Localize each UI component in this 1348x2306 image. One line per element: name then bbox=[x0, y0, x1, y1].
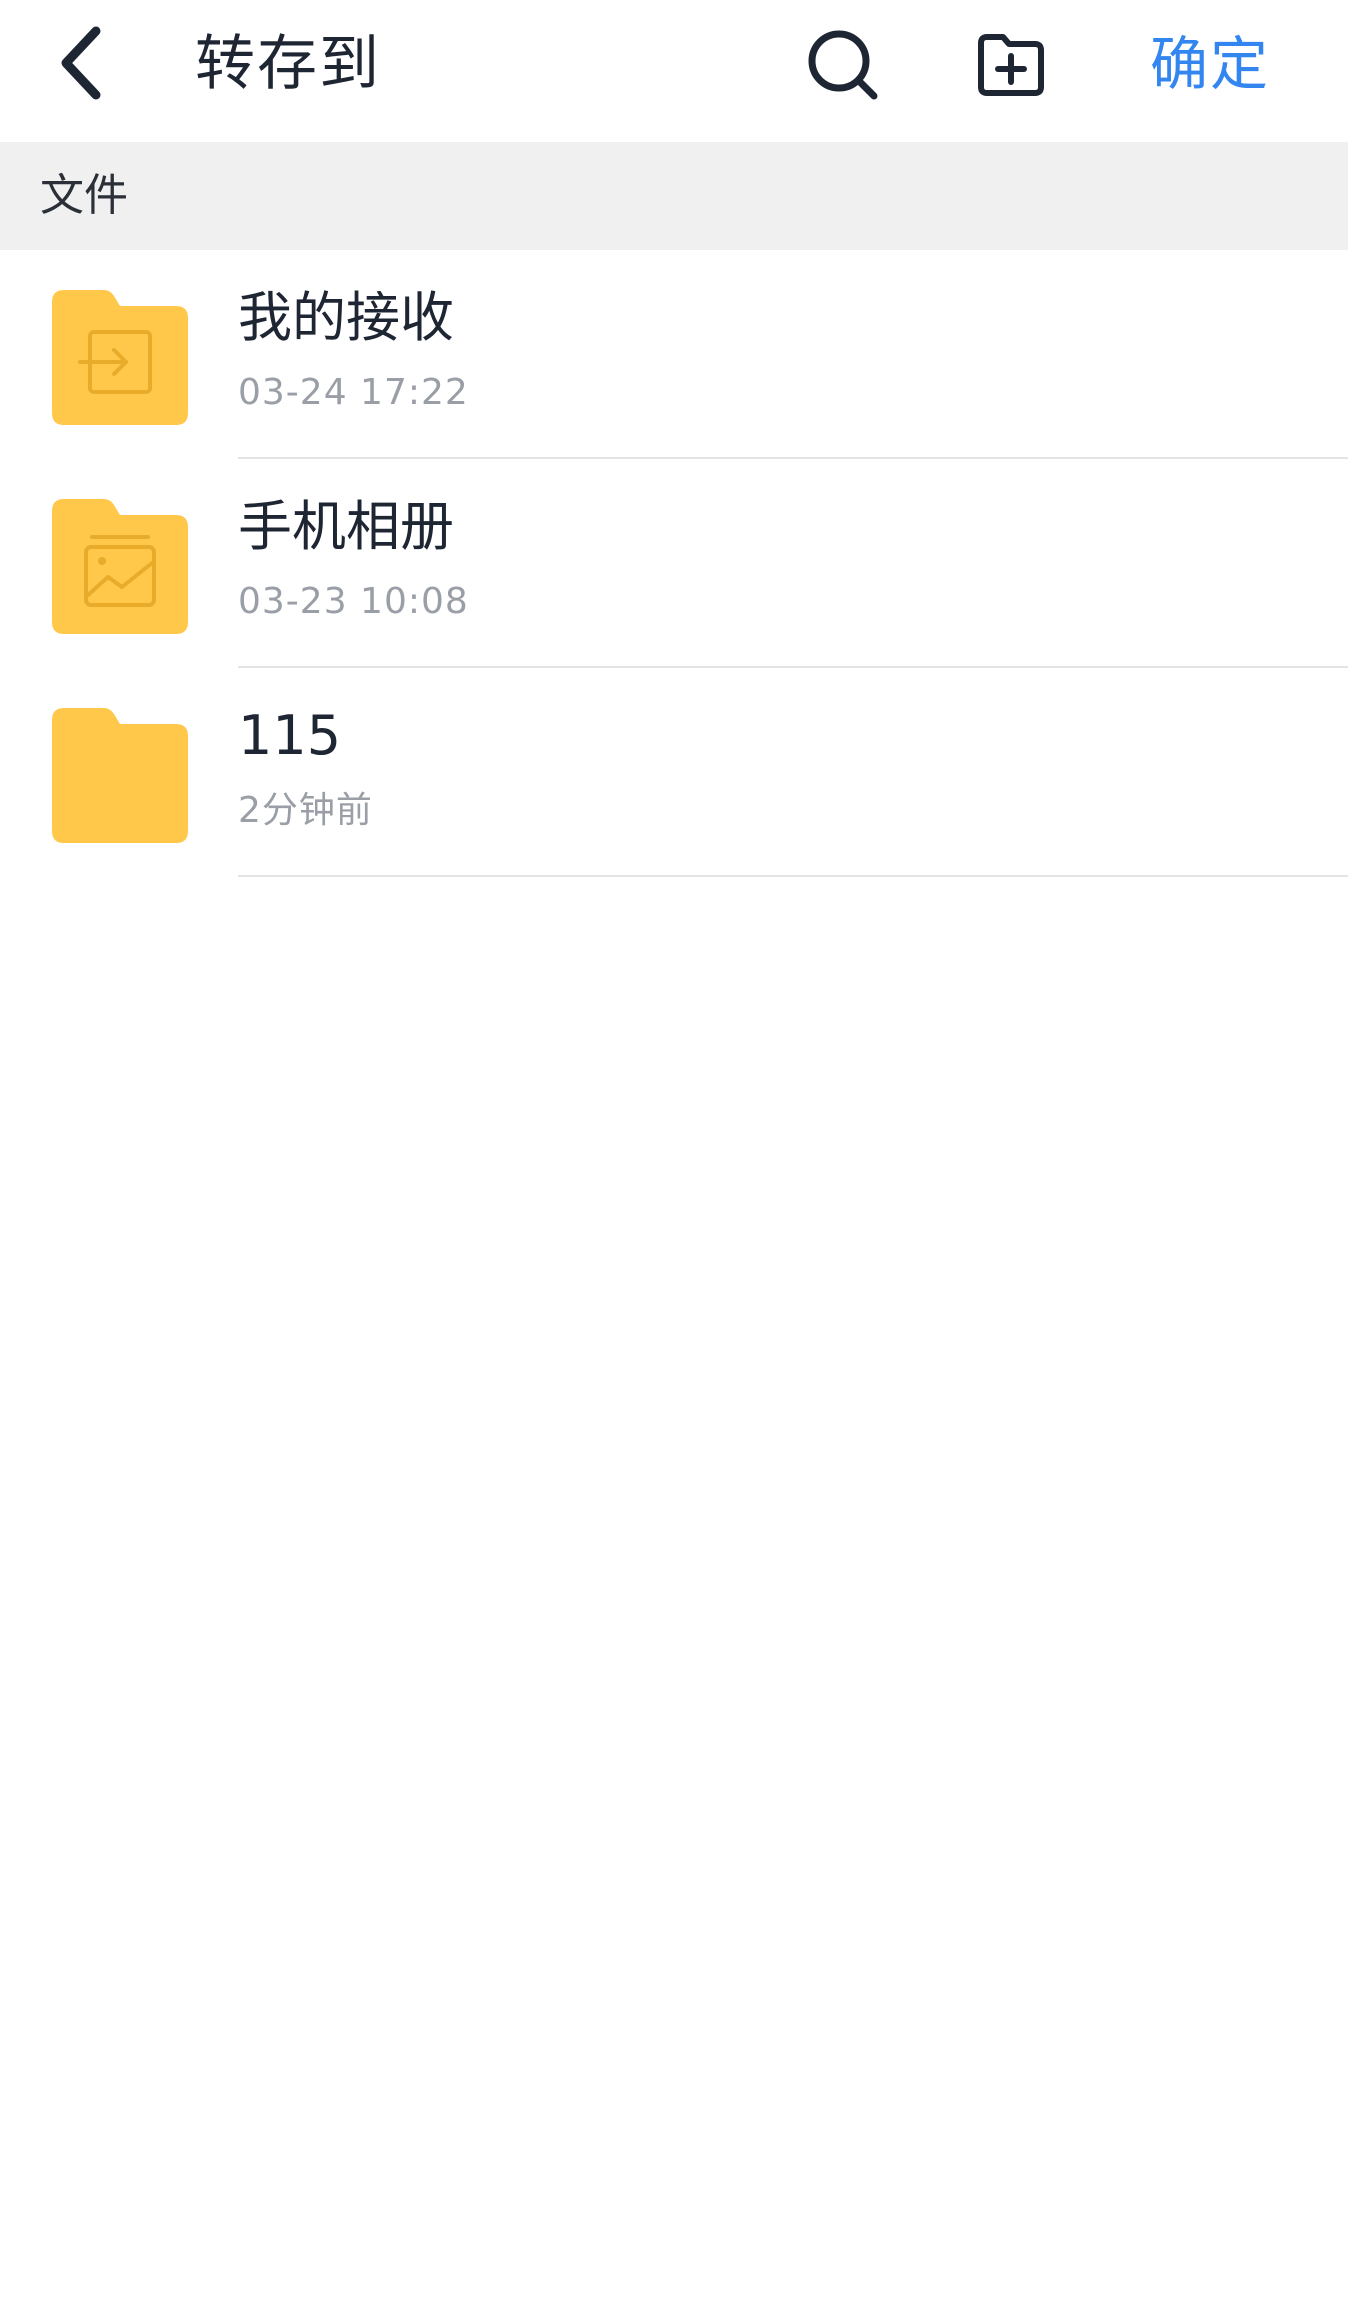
file-meta: 2分钟前 bbox=[238, 790, 373, 831]
new-folder-button[interactable] bbox=[968, 22, 1054, 108]
search-icon bbox=[808, 30, 878, 100]
page-title: 转存到 bbox=[195, 29, 381, 99]
list-item[interactable]: 115 2分钟前 bbox=[0, 668, 1348, 877]
file-name: 手机相册 bbox=[238, 495, 454, 558]
search-button[interactable] bbox=[800, 22, 886, 108]
file-name: 115 bbox=[238, 704, 342, 767]
section-label: 文件 bbox=[40, 170, 128, 221]
page: 转存到 确定 文件 我的接收 03-24 17:22 手机相册 03-23 10… bbox=[0, 0, 1348, 2306]
confirm-button[interactable]: 确定 bbox=[1150, 22, 1270, 106]
file-list: 我的接收 03-24 17:22 手机相册 03-23 10:08 115 2分… bbox=[0, 250, 1348, 877]
file-meta: 03-24 17:22 bbox=[238, 372, 469, 413]
header-bar: 转存到 确定 bbox=[0, 0, 1348, 142]
file-name: 我的接收 bbox=[238, 286, 454, 349]
file-meta: 03-23 10:08 bbox=[238, 581, 469, 622]
section-header: 文件 bbox=[0, 142, 1348, 250]
divider bbox=[238, 875, 1348, 877]
folder-plus-icon bbox=[978, 34, 1044, 96]
folder-album-icon bbox=[52, 499, 188, 634]
folder-icon bbox=[52, 708, 188, 843]
list-item[interactable]: 我的接收 03-24 17:22 bbox=[0, 250, 1348, 459]
list-item[interactable]: 手机相册 03-23 10:08 bbox=[0, 459, 1348, 668]
back-button[interactable] bbox=[44, 20, 120, 106]
folder-receive-icon bbox=[52, 290, 188, 425]
chevron-left-icon bbox=[61, 26, 101, 100]
